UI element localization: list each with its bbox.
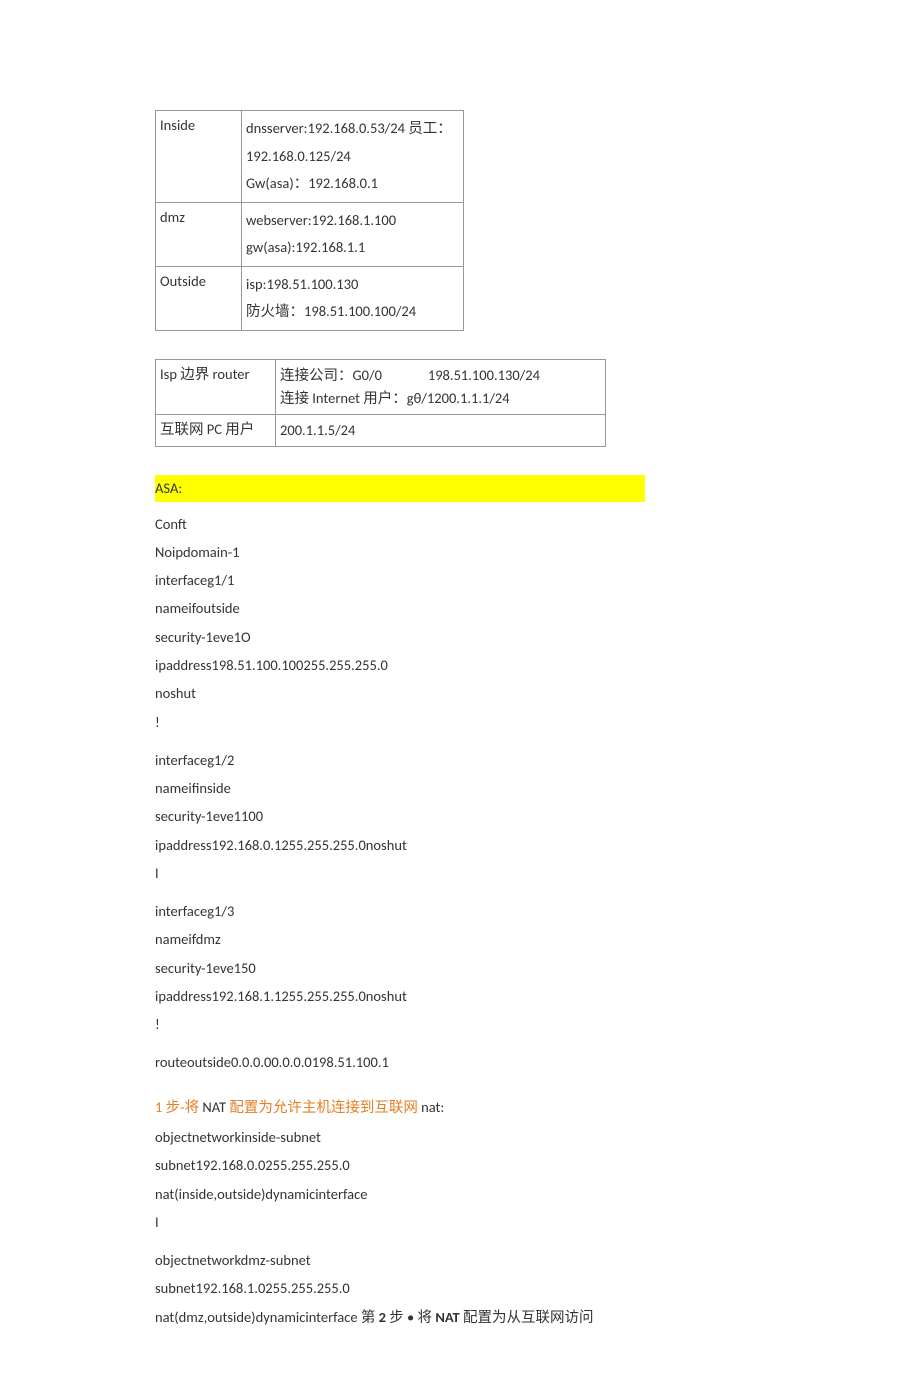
nat-last-p2: 步 • 将 bbox=[386, 1308, 435, 1326]
code-line: nameifdmz bbox=[155, 925, 765, 953]
code-line: ipaddress192.168.1.1255.255.255.0noshut bbox=[155, 982, 765, 1010]
code-line: I bbox=[155, 859, 765, 887]
network-zones-table: Inside dnsserver:192.168.0.53/24 员工：192.… bbox=[155, 110, 464, 331]
code-line: security-1eve1O bbox=[155, 623, 765, 651]
router-line2: 连接 Internet 用户：gθ/1200.1.1.1/24 bbox=[280, 389, 510, 407]
step1-orange2: 配置为允许主机连接到互联网 bbox=[229, 1098, 418, 1116]
code-line: interfaceg1/2 bbox=[155, 746, 765, 774]
table-row: Outside isp:198.51.100.130 防火墙：198.51.10… bbox=[156, 266, 464, 330]
code-line: interfaceg1/1 bbox=[155, 566, 765, 594]
nat-last-b1: 2 bbox=[379, 1308, 386, 1326]
code-line: security-1eve1100 bbox=[155, 802, 765, 830]
router-line1b: 198.51.100.130/24 bbox=[428, 366, 540, 384]
asa-config-block: Conft Noipdomain-1 interfaceg1/1 nameifo… bbox=[155, 510, 765, 1077]
nat-last-p3: 配置为从互联网访问 bbox=[460, 1308, 594, 1326]
table-row: Isp 边界 router 连接公司：G0/0 198.51.100.130/2… bbox=[156, 359, 606, 414]
step1-orange1: 1 步-将 bbox=[155, 1098, 199, 1116]
code-line: nameifinside bbox=[155, 774, 765, 802]
code-line-step2: nat(dmz,outside)dynamicinterface 第 2 步 •… bbox=[155, 1303, 765, 1331]
router-name: Isp 边界 router bbox=[156, 359, 276, 414]
code-line: nameifoutside bbox=[155, 594, 765, 622]
zone-name: Outside bbox=[156, 266, 242, 330]
code-line: objectnetworkinside-subnet bbox=[155, 1123, 765, 1151]
code-line: subnet192.168.0.0255.255.255.0 bbox=[155, 1151, 765, 1179]
router-line1a: 连接公司：G0/0 bbox=[280, 366, 382, 384]
code-line: ! bbox=[155, 1010, 765, 1038]
step1-title: 1 步-将 NAT 配置为允许主机连接到互联网 nat: bbox=[155, 1097, 765, 1117]
code-line: subnet192.168.1.0255.255.255.0 bbox=[155, 1274, 765, 1302]
step1-black1: NAT bbox=[199, 1098, 229, 1116]
code-line: security-1eve150 bbox=[155, 954, 765, 982]
table-row: dmz webserver:192.168.1.100 gw(asa):192.… bbox=[156, 202, 464, 266]
code-line: routeoutside0.0.0.00.0.0.0198.51.100.1 bbox=[155, 1048, 765, 1076]
zone-name: dmz bbox=[156, 202, 242, 266]
code-line: I bbox=[155, 1208, 765, 1236]
zone-details: webserver:192.168.1.100 gw(asa):192.168.… bbox=[242, 202, 464, 266]
pc-user-ip: 200.1.1.5/24 bbox=[276, 415, 606, 447]
asa-section-header: ASA: bbox=[155, 475, 645, 501]
router-details: 连接公司：G0/0 198.51.100.130/24 连接 Internet … bbox=[276, 359, 606, 414]
zone-name: Inside bbox=[156, 111, 242, 203]
code-line: objectnetworkdmz-subnet bbox=[155, 1246, 765, 1274]
code-line: ipaddress198.51.100.100255.255.255.0 bbox=[155, 651, 765, 679]
code-line: Conft bbox=[155, 510, 765, 538]
nat-last-p1: nat(dmz,outside)dynamicinterface 第 bbox=[155, 1308, 379, 1326]
code-line: ! bbox=[155, 708, 765, 736]
nat-last-b2: NAT bbox=[435, 1308, 459, 1326]
zone-details: dnsserver:192.168.0.53/24 员工：192.168.0.1… bbox=[242, 111, 464, 203]
code-line: nat(inside,outside)dynamicinterface bbox=[155, 1180, 765, 1208]
router-table: Isp 边界 router 连接公司：G0/0 198.51.100.130/2… bbox=[155, 359, 606, 448]
nat-config-block: objectnetworkinside-subnet subnet192.168… bbox=[155, 1123, 765, 1331]
code-line: noshut bbox=[155, 679, 765, 707]
code-line: ipaddress192.168.0.1255.255.255.0noshut bbox=[155, 831, 765, 859]
code-line: interfaceg1/3 bbox=[155, 897, 765, 925]
step1-black2: nat: bbox=[418, 1098, 444, 1116]
code-line: Noipdomain-1 bbox=[155, 538, 765, 566]
table-row: 互联网 PC 用户 200.1.1.5/24 bbox=[156, 415, 606, 447]
pc-user-name: 互联网 PC 用户 bbox=[156, 415, 276, 447]
table-row: Inside dnsserver:192.168.0.53/24 员工：192.… bbox=[156, 111, 464, 203]
zone-details: isp:198.51.100.130 防火墙：198.51.100.100/24 bbox=[242, 266, 464, 330]
